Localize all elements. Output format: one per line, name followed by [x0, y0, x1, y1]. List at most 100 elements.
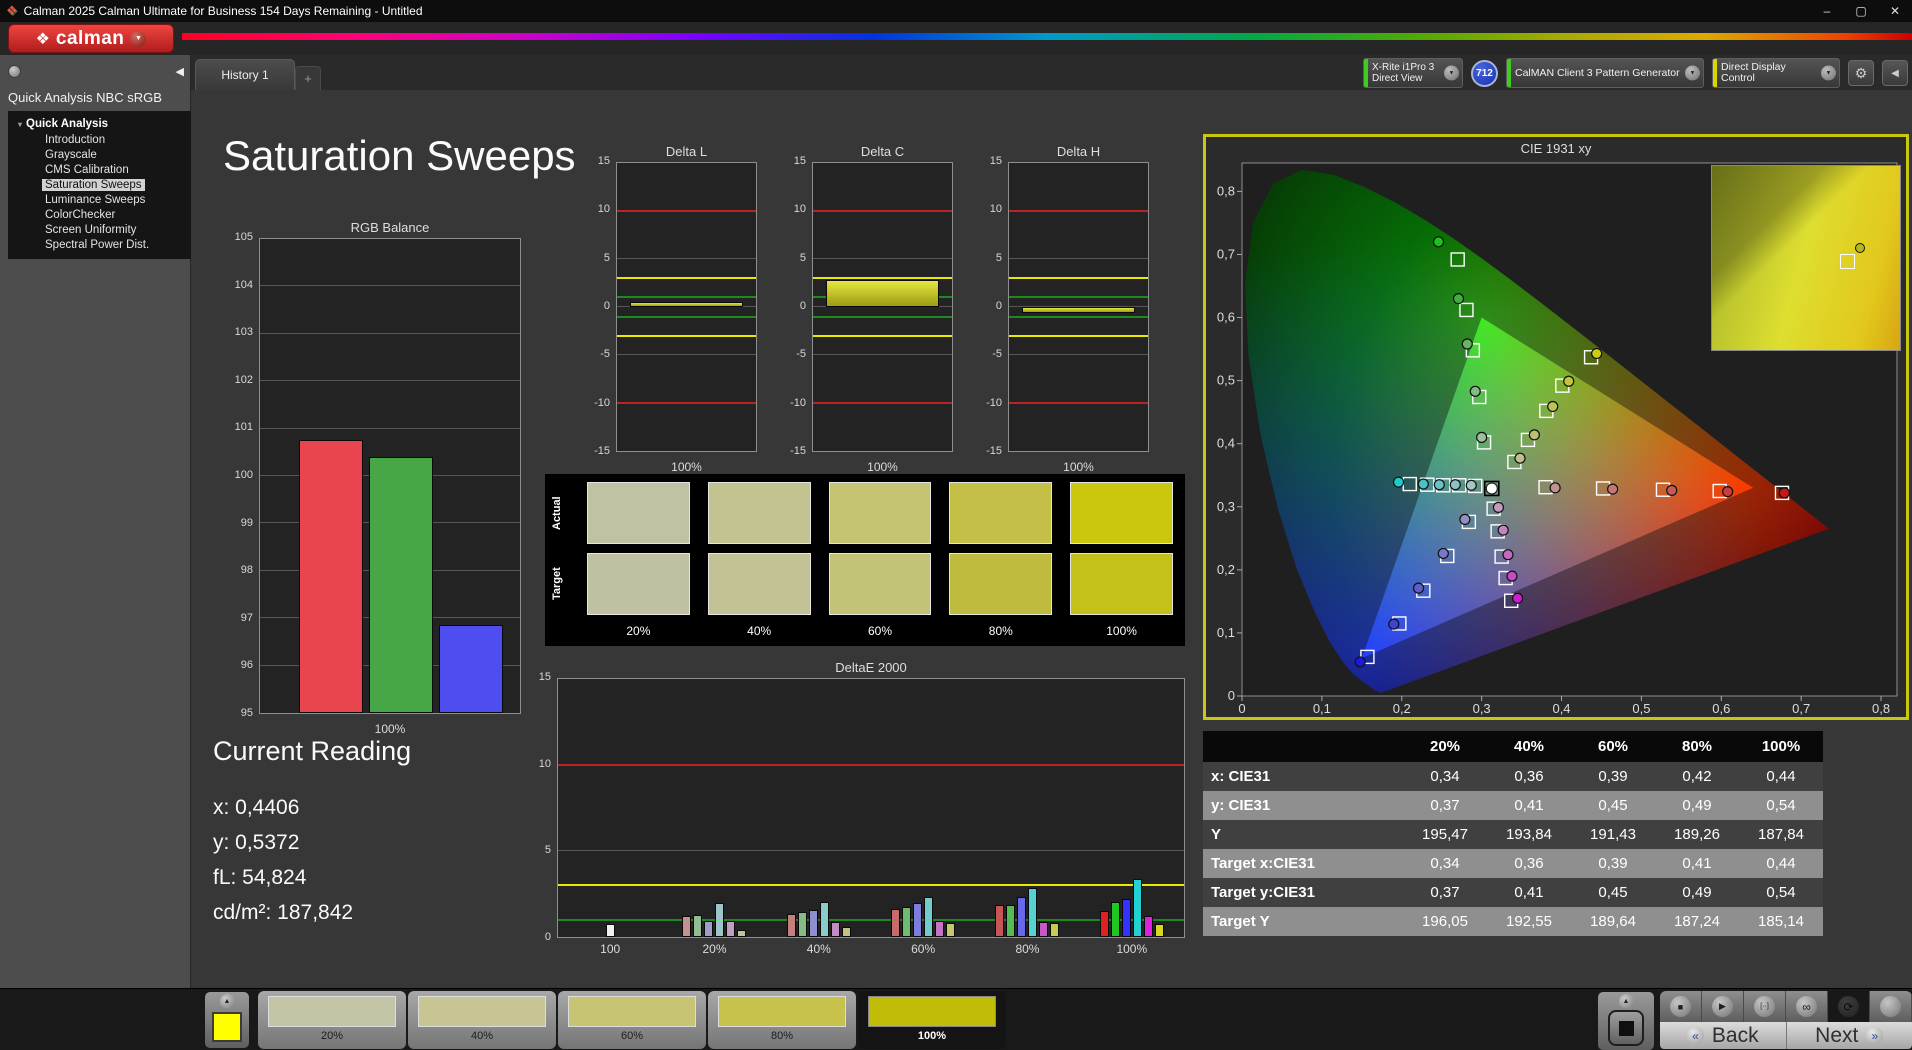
chart-plot: 100 20% 40% 60% 80% 100% — [557, 678, 1185, 956]
gridline — [260, 380, 520, 382]
chart-title: Delta C — [860, 144, 905, 159]
tree-expander-icon[interactable]: ▾ — [18, 120, 22, 129]
step-button[interactable]: [··] — [1744, 991, 1786, 1022]
sidebar-item-saturation-sweeps[interactable]: Saturation Sweeps — [8, 177, 191, 192]
cie-measured-green — [1452, 292, 1465, 305]
pattern-generator-button[interactable]: CalMAN Client 3 Pattern Generator ▼ — [1506, 58, 1704, 88]
pattern-dropdown-icon[interactable]: ▼ — [1685, 65, 1700, 81]
pattern-preview-swatch — [212, 1012, 242, 1042]
sidebar-item-screen-uniformity[interactable]: Screen Uniformity — [8, 222, 191, 237]
pattern-button-80%[interactable]: 80% — [708, 991, 856, 1049]
table-cell: 196,05 — [1403, 907, 1487, 936]
sidebar-collapse-icon[interactable]: ◀ — [176, 65, 184, 78]
stop-icon — [1618, 1020, 1634, 1036]
delta-c-chart: Delta C 15 10 5 0 -5 -10 -15 100% — [786, 144, 953, 474]
play-icon: ▶ — [1712, 996, 1733, 1017]
chart-plot — [259, 238, 521, 714]
meter-button[interactable]: X-Rite i1Pro 3 Direct View ▼ — [1363, 58, 1463, 88]
gridline — [813, 258, 952, 259]
next-button[interactable]: Next » — [1787, 1022, 1912, 1049]
sidebar-item-spectral-power-dist-[interactable]: Spectral Power Dist. — [8, 237, 191, 252]
navigation-buttons: « Back Next » — [1660, 1022, 1912, 1049]
svg-text:0,6: 0,6 — [1217, 310, 1235, 325]
actual-swatch-40% — [707, 482, 811, 544]
table-cell: 0,34 — [1403, 849, 1487, 878]
cie-measured-magenta — [1511, 592, 1524, 604]
reference-line — [1009, 334, 1148, 337]
maximize-button[interactable]: ▢ — [1844, 0, 1878, 22]
add-tab-button[interactable]: + — [295, 66, 321, 90]
meter-dropdown-icon[interactable]: ▼ — [1444, 65, 1459, 81]
sidebar-item-grayscale[interactable]: Grayscale — [8, 147, 191, 162]
bar-100% — [825, 280, 940, 307]
reference-line — [813, 315, 952, 318]
sidebar-item-cms-calibration[interactable]: CMS Calibration — [8, 162, 191, 177]
calman-logo-icon: ❖ — [35, 30, 50, 48]
deltae-bar — [995, 905, 1005, 937]
step-icon: [··] — [1754, 996, 1775, 1017]
cie-measured-green — [1476, 431, 1488, 443]
table-row-label: Target x:CIE31 — [1203, 849, 1403, 878]
pattern-button-100%[interactable]: 100% — [858, 991, 1006, 1049]
blank-button[interactable] — [1870, 991, 1912, 1022]
pattern-options-expand-button[interactable]: ▲ — [205, 992, 249, 1010]
tab-history-1[interactable]: History 1 — [195, 59, 295, 90]
pattern-button-60%[interactable]: 60% — [558, 991, 706, 1049]
transport-expand-button[interactable]: ▲ — [1598, 992, 1654, 1010]
table-cell: 0,49 — [1655, 791, 1739, 820]
y-axis-tick-label: 0 — [799, 300, 806, 312]
cie-measured-magenta — [1506, 570, 1518, 582]
table-cell: 0,34 — [1403, 762, 1487, 791]
display-control-button[interactable]: Direct Display Control ▼ — [1712, 58, 1840, 88]
sidebar-item-introduction[interactable]: Introduction — [8, 132, 191, 147]
settings-gear-button[interactable]: ⚙ — [1848, 60, 1874, 86]
close-button[interactable]: ✕ — [1878, 0, 1912, 22]
back-button[interactable]: « Back — [1660, 1022, 1787, 1049]
bar-group-100: 100 — [558, 679, 662, 956]
table-cell: 187,24 — [1655, 907, 1739, 936]
deltae-bar — [808, 910, 818, 937]
swatch-col-label: 100% — [1106, 624, 1137, 638]
table-row-label: y: CIE31 — [1203, 791, 1403, 820]
stop-measure-button[interactable] — [1608, 1010, 1644, 1046]
pattern-label: 100% — [917, 1030, 947, 1042]
panel-collapse-button[interactable]: ◀ — [1882, 60, 1908, 86]
bar-group-40%: 40% — [767, 679, 871, 956]
workflow-tree: ▾ Quick Analysis Introduction Grayscale CMS… — [8, 111, 191, 259]
refresh-icon: ⟳ — [1838, 996, 1859, 1017]
y-axis-tick-label: 5 — [799, 251, 806, 264]
menu-dropdown-icon[interactable]: ▼ — [130, 30, 147, 47]
pattern-button-20%[interactable]: 20% — [258, 991, 406, 1049]
tree-root[interactable]: ▾ Quick Analysis — [8, 116, 191, 132]
workflow-title: Quick Analysis NBC sRGB — [8, 90, 162, 105]
loop-button[interactable]: ∞ — [1786, 991, 1828, 1022]
play-button[interactable]: ▶ — [1702, 991, 1744, 1022]
y-axis-tick-label: 96 — [240, 659, 253, 672]
y-axis-tick-label: -15 — [986, 445, 1002, 457]
cie-measured-yellow — [1591, 347, 1603, 360]
deltae-bar — [704, 920, 714, 937]
svg-text:0,1: 0,1 — [1313, 701, 1331, 716]
continuous-measure-button[interactable]: ⟳ — [1828, 991, 1870, 1022]
calman-menu-button[interactable]: ❖ calman ▼ — [8, 24, 174, 53]
y-axis-tick-label: 103 — [234, 326, 253, 339]
cie-measured-cyan — [1465, 479, 1477, 491]
y-axis-tick-label: -10 — [986, 396, 1002, 409]
pattern-button-40%[interactable]: 40% — [408, 991, 556, 1049]
deltae-bar — [841, 926, 851, 937]
stop-button[interactable]: ■ — [1660, 991, 1702, 1022]
display-dropdown-icon[interactable]: ▼ — [1821, 65, 1836, 81]
meter-count-badge[interactable]: 712 — [1471, 59, 1498, 87]
inset-target-square — [1839, 254, 1855, 270]
minimize-button[interactable]: – — [1810, 0, 1844, 22]
swatch-row-label: Target — [551, 567, 563, 601]
swatch-col-label: 60% — [867, 624, 892, 638]
sidebar-item-luminance-sweeps[interactable]: Luminance Sweeps — [8, 192, 191, 207]
cie-measured-yellow — [1563, 375, 1575, 387]
sidebar-item-colorchecker[interactable]: ColorChecker — [8, 207, 191, 222]
deltae-bar — [946, 923, 956, 937]
deltae-bar — [726, 920, 736, 937]
y-axis-tick-label: 99 — [240, 516, 253, 529]
cie-measured-red — [1722, 486, 1734, 498]
workflow-status-led[interactable] — [8, 65, 21, 78]
